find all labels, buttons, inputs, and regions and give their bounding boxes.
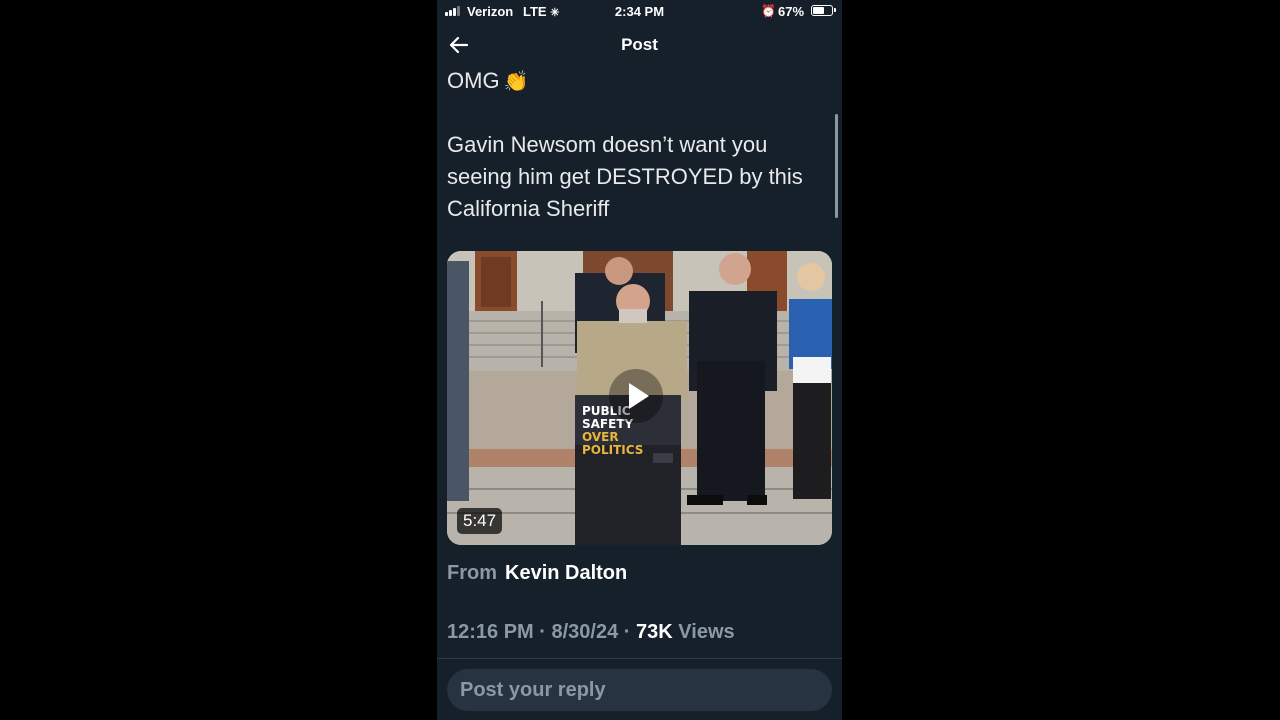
author-link[interactable]: Kevin Dalton xyxy=(505,562,627,584)
video-duration: 5:47 xyxy=(457,508,503,534)
play-button[interactable] xyxy=(609,369,663,423)
from-label: From xyxy=(447,562,497,584)
battery-icon xyxy=(811,5,833,16)
views-label: Views xyxy=(678,621,735,643)
sign-line2: OVER POLITICS xyxy=(582,430,644,457)
post-time: 12:16 PM xyxy=(447,621,534,643)
status-bar: Verizon LTE ✳ 2:34 PM ⏰ 67% xyxy=(437,0,842,24)
header: Post xyxy=(437,27,842,63)
reply-placeholder: Post your reply xyxy=(460,679,606,701)
post-meta: 12:16 PM · 8/30/24 · 73K Views xyxy=(447,621,735,644)
reply-input[interactable]: Post your reply xyxy=(447,669,832,711)
views-count[interactable]: 73K xyxy=(636,621,673,643)
post-date: 8/30/24 xyxy=(551,621,619,643)
scrollbar[interactable] xyxy=(835,114,838,218)
phone-screen: Verizon LTE ✳ 2:34 PM ⏰ 67% Post OMG 👏 Ga… xyxy=(437,0,842,720)
clapping-hands-icon: 👏 xyxy=(503,71,529,93)
play-icon xyxy=(629,383,649,409)
meta-separator: · xyxy=(533,621,552,643)
meta-separator: · xyxy=(618,621,637,643)
battery-fill xyxy=(813,7,824,14)
video-player[interactable]: PUBLIC SAFETY OVER POLITICS 5:47 xyxy=(447,251,832,545)
page-title: Post xyxy=(621,35,658,54)
attribution-row: From Kevin Dalton xyxy=(447,562,627,585)
alarm-icon: ⏰ xyxy=(761,4,776,18)
divider xyxy=(437,658,842,659)
post-omg-text: OMG xyxy=(447,68,500,93)
battery-percent: 67% xyxy=(778,4,805,19)
battery-cap xyxy=(834,8,836,12)
post-text-line1: OMG 👏 xyxy=(447,68,528,94)
post-body-text: Gavin Newsom doesn’t want you seeing him… xyxy=(447,132,803,221)
